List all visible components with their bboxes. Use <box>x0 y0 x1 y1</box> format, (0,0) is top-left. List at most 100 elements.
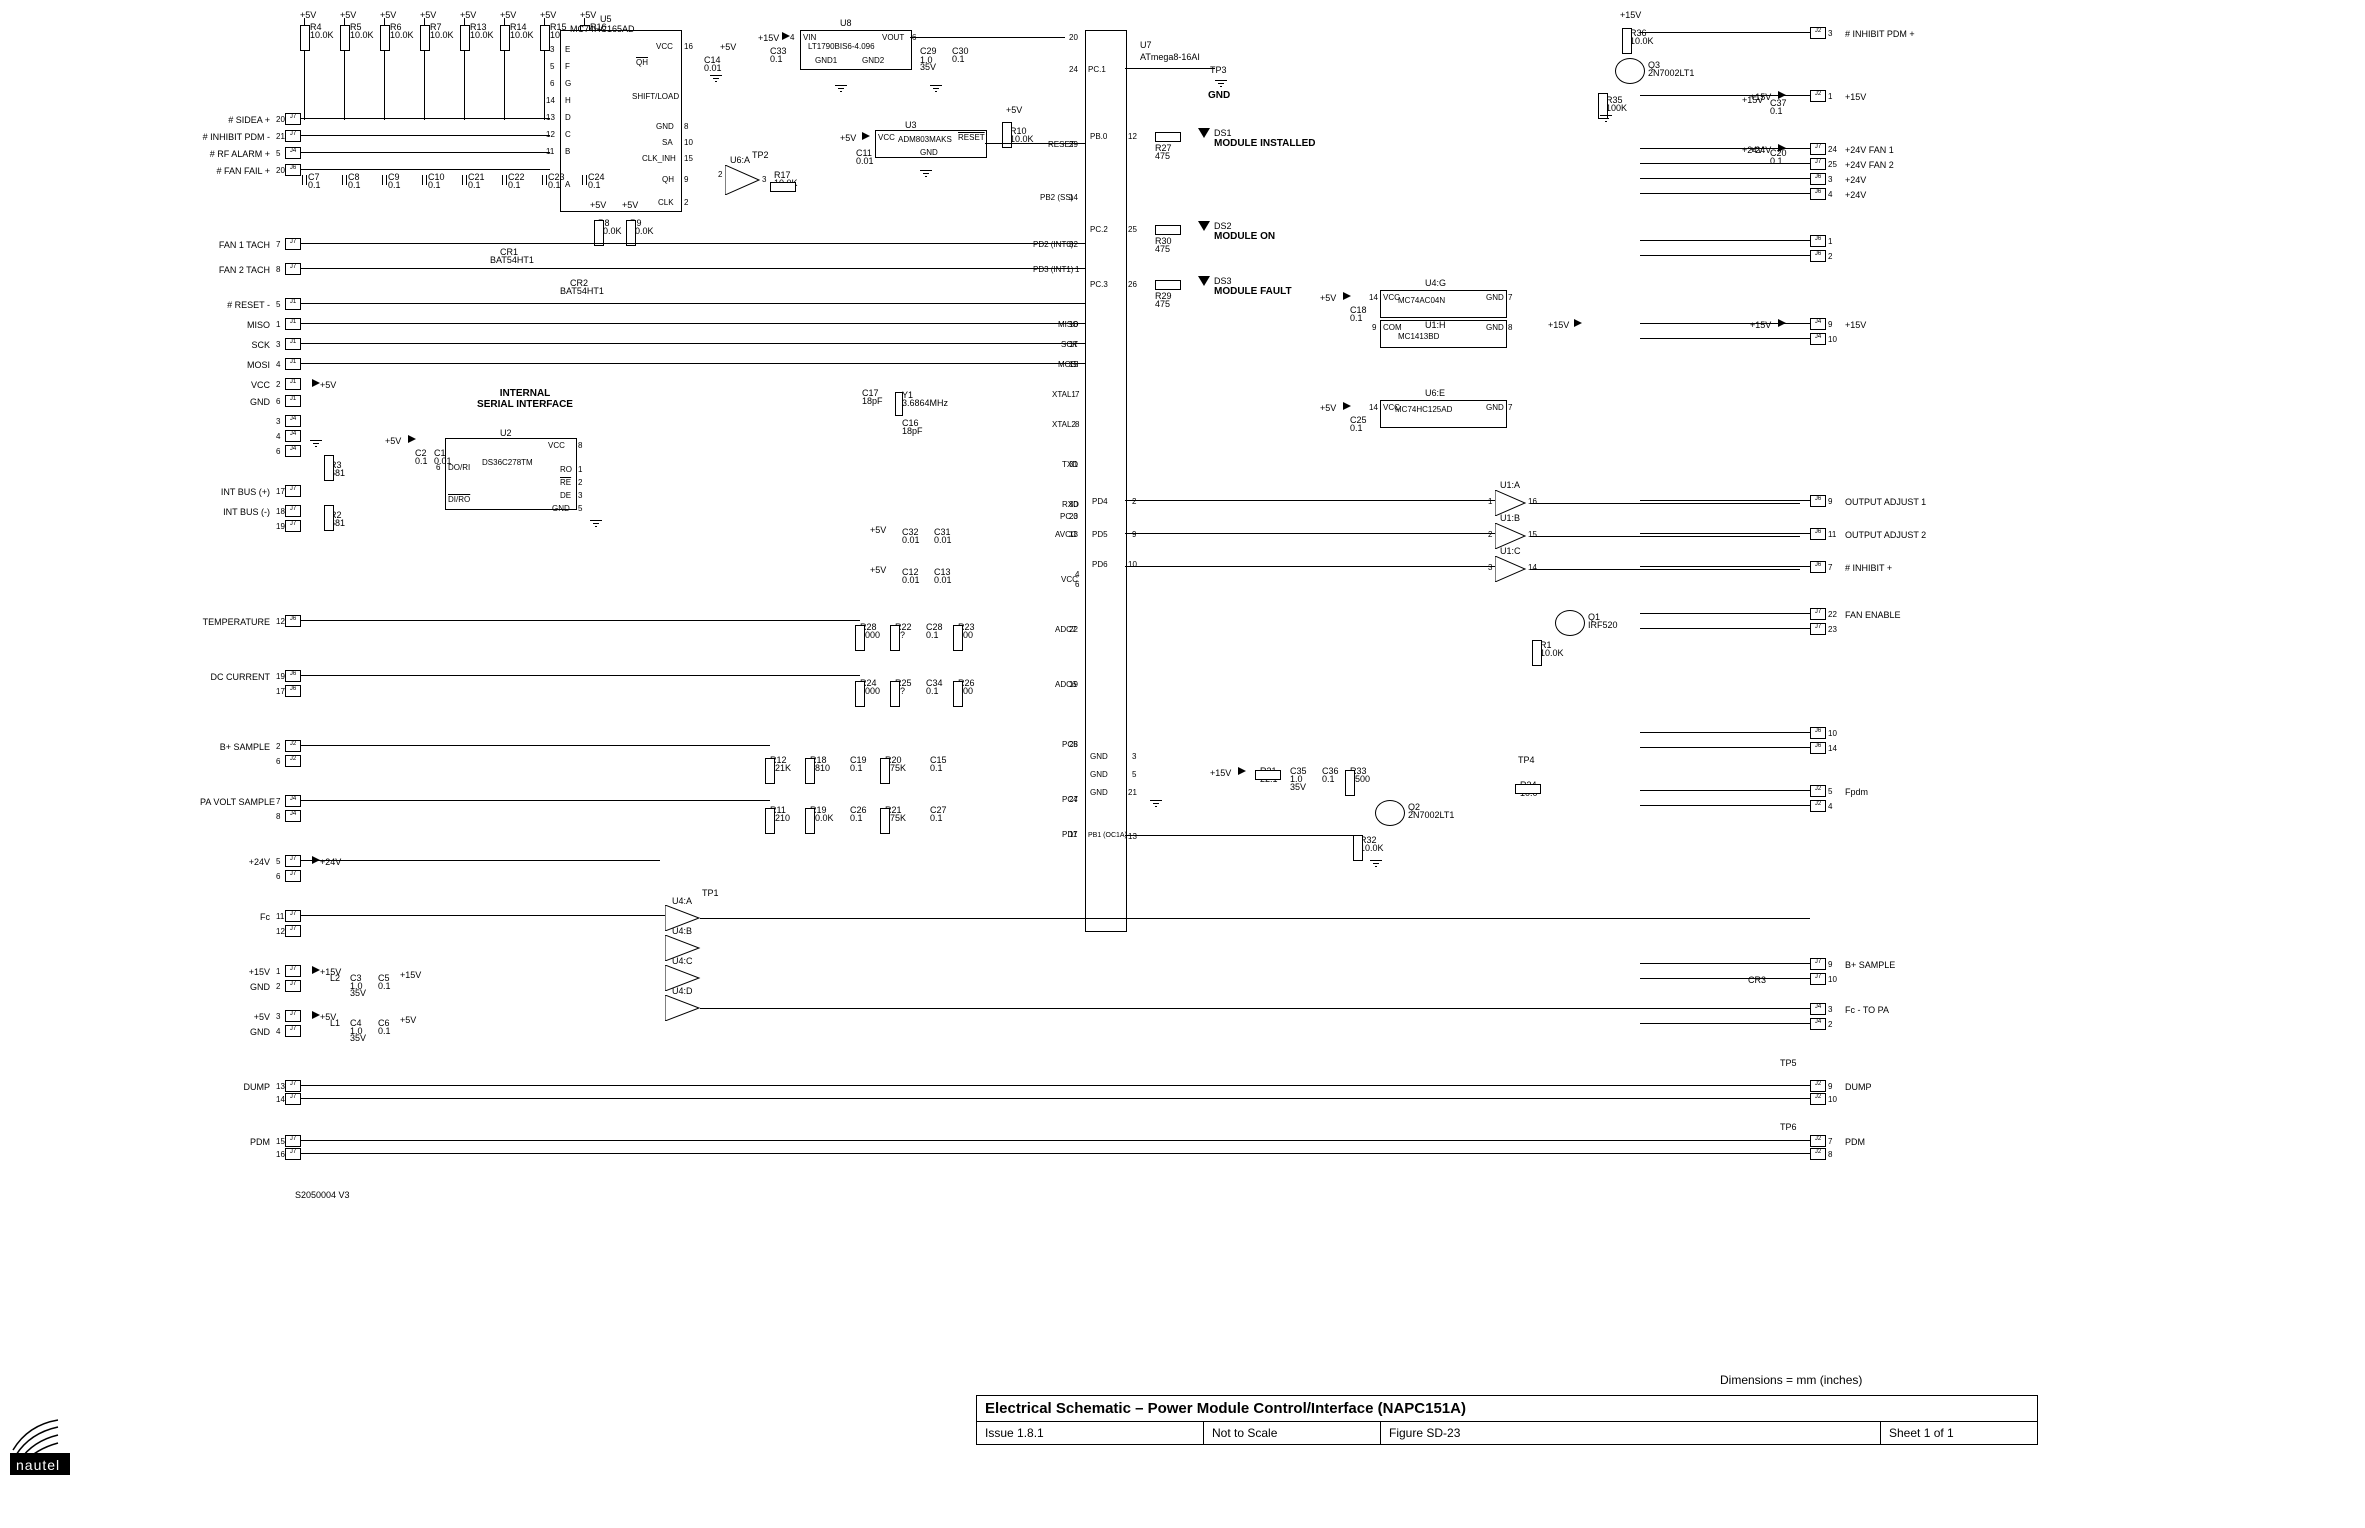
connector-ref: J7 <box>285 1148 301 1160</box>
connector-ref: J1 <box>285 318 301 330</box>
signal-name: GND <box>200 1027 270 1037</box>
resistor <box>460 25 470 51</box>
signal-name: PDM <box>200 1137 270 1147</box>
connector-ref: J7 <box>285 520 301 532</box>
connector-ref: J7 <box>1810 143 1826 155</box>
signal-name: # INHIBIT + <box>1845 563 1892 573</box>
signal-name: GND <box>200 397 270 407</box>
connector-ref: J7 <box>285 1135 301 1147</box>
signal-name: +24V FAN 2 <box>1845 160 1894 170</box>
signal-name: B+ SAMPLE <box>1845 960 1895 970</box>
cap-val: 0.1 <box>388 180 401 190</box>
ic-u5 <box>560 30 682 212</box>
connector-ref: J7 <box>285 870 301 882</box>
connector-ref: J6 <box>1810 742 1826 754</box>
connector-ref: J2 <box>285 740 301 752</box>
connector-ref: J7 <box>285 130 301 142</box>
connector-ref: J2 <box>1810 1148 1826 1160</box>
signal-name: # RESET - <box>200 300 270 310</box>
rail-5v: +5V <box>340 10 356 20</box>
led-ds1 <box>1198 128 1210 138</box>
resistor-val: 10.0K <box>350 30 374 40</box>
nautel-logo: nautel <box>8 1405 78 1485</box>
signal-name: +24V <box>1845 175 1866 185</box>
signal-name: OUTPUT ADJUST 2 <box>1845 530 1926 540</box>
cap-val: 0.1 <box>508 180 521 190</box>
connector-ref: J1 <box>285 298 301 310</box>
connector-ref: J4 <box>285 430 301 442</box>
titleblock: Electrical Schematic – Power Module Cont… <box>976 1395 2038 1445</box>
ic-u7-part: ATmega8-16AI <box>1140 52 1200 62</box>
cap-val: 0.1 <box>428 180 441 190</box>
connector-ref: J4 <box>285 147 301 159</box>
signal-name: Fc <box>200 912 270 922</box>
signal-name: # RF ALARM + <box>200 149 270 159</box>
connector-ref: J7 <box>285 1093 301 1105</box>
signal-name: B+ SAMPLE <box>200 742 270 752</box>
connector-ref: J7 <box>285 980 301 992</box>
connector-ref: J7 <box>1810 958 1826 970</box>
titleblock-scale: Not to Scale <box>1204 1422 1381 1444</box>
connector-ref: J6 <box>1810 727 1826 739</box>
rail-5v: +5V <box>300 10 316 20</box>
led-ds2 <box>1198 221 1210 231</box>
led-ds2-label: MODULE ON <box>1214 231 1275 242</box>
logo-text: nautel <box>16 1457 60 1473</box>
cap-val: 0.1 <box>468 180 481 190</box>
connector-ref: J2 <box>1810 27 1826 39</box>
connector-ref: J2 <box>1810 800 1826 812</box>
signal-name: Fc - TO PA <box>1845 1005 1889 1015</box>
signal-name: # INHIBIT PDM - <box>200 132 270 142</box>
ic-u5-ref: U5 <box>600 14 612 24</box>
signal-name: # INHIBIT PDM + <box>1845 29 1915 39</box>
connector-ref: J6 <box>1810 188 1826 200</box>
signal-name: OUTPUT ADJUST 1 <box>1845 497 1926 507</box>
rail-5v: +5V <box>420 10 436 20</box>
connector-ref: J6 <box>1810 250 1826 262</box>
connector-ref: J2 <box>1810 1080 1826 1092</box>
connector-ref: J4 <box>285 795 301 807</box>
rail-5v: +5V <box>380 10 396 20</box>
resistor <box>500 25 510 51</box>
connector-ref: J2 <box>1810 1093 1826 1105</box>
resistor-val: 10.0K <box>310 30 334 40</box>
signal-name: PA VOLT SAMPLE <box>200 797 270 807</box>
signal-name: DUMP <box>1845 1082 1872 1092</box>
connector-ref: J6 <box>1810 528 1826 540</box>
connector-ref: J7 <box>285 910 301 922</box>
mosfet-q2 <box>1375 800 1405 826</box>
connector-ref: J7 <box>285 485 301 497</box>
signal-name: VCC <box>200 380 270 390</box>
tp3-ref: TP3 <box>1210 65 1227 75</box>
signal-name: FAN 2 TACH <box>200 265 270 275</box>
ic-u5-part: MC74HC165AD <box>570 24 635 34</box>
ic-u8-ref: U8 <box>840 18 852 28</box>
drawing-number: S2050004 V3 <box>295 1190 350 1200</box>
rail-5v: +5V <box>720 42 736 52</box>
resistor <box>300 25 310 51</box>
signal-name: MOSI <box>200 360 270 370</box>
schematic-page: /* placeholder so subsequent JS can inse… <box>0 0 2365 1528</box>
signal-name: TEMPERATURE <box>200 617 270 627</box>
signal-name: +24V FAN 1 <box>1845 145 1894 155</box>
connector-ref: J6 <box>1810 561 1826 573</box>
connector-ref: J6 <box>285 685 301 697</box>
buffer-u6a <box>725 165 765 195</box>
cap-val: 0.1 <box>548 180 561 190</box>
connector-ref: J4 <box>285 810 301 822</box>
connector-ref: J6 <box>1810 495 1826 507</box>
connector-ref: J4 <box>285 415 301 427</box>
signal-name: Fpdm <box>1845 787 1868 797</box>
signal-name: # SIDEA + <box>200 115 270 125</box>
buffer-u4d <box>665 995 705 1021</box>
connector-ref: J4 <box>1810 333 1826 345</box>
rail-5v: +5V <box>460 10 476 20</box>
connector-ref: J7 <box>285 1010 301 1022</box>
connector-ref: J7 <box>1810 973 1826 985</box>
connector-ref: J6 <box>285 670 301 682</box>
connector-ref: J1 <box>285 338 301 350</box>
resistor-val: 10.0K <box>390 30 414 40</box>
connector-ref: J1 <box>285 378 301 390</box>
led-ds1-label: MODULE INSTALLED <box>1214 138 1315 149</box>
resistor-val: 10.0K <box>510 30 534 40</box>
